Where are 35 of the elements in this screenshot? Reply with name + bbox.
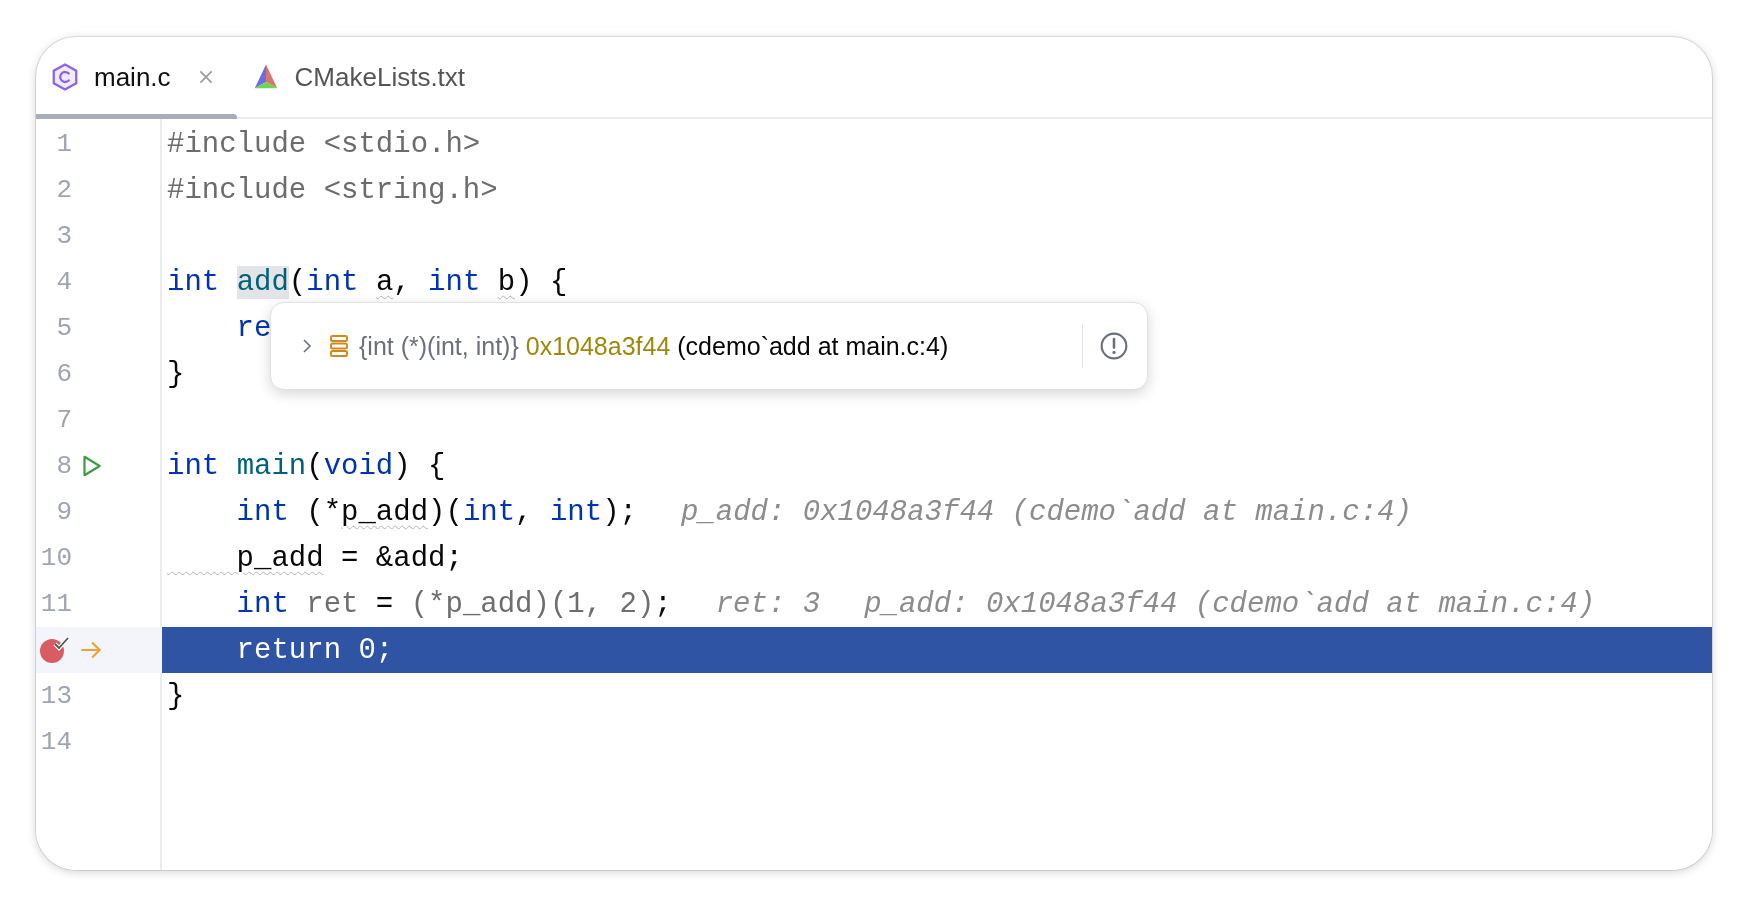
line-number: 9 bbox=[56, 497, 72, 527]
code-line: re bbox=[235, 311, 272, 345]
code-line: #include <stdio.h> bbox=[167, 127, 481, 161]
code-line: #include <string.h> bbox=[167, 173, 498, 207]
code-line: int add(int a, int b) { bbox=[167, 265, 568, 299]
line-number: 6 bbox=[56, 359, 72, 389]
breakpoint-icon[interactable] bbox=[38, 635, 72, 665]
line-number: 7 bbox=[56, 405, 72, 435]
inline-value-hint: ret: 3 bbox=[715, 587, 821, 621]
line-number: 10 bbox=[40, 543, 72, 573]
c-file-icon bbox=[50, 62, 80, 92]
line-number: 2 bbox=[56, 175, 72, 205]
line-number: 11 bbox=[40, 589, 72, 619]
code-line: p_add = &add; bbox=[235, 541, 463, 575]
line-number: 5 bbox=[56, 313, 72, 343]
inline-value-hint: p_add: 0x1048a3f44 (cdemo`add at main.c:4) bbox=[864, 587, 1596, 621]
stack-icon bbox=[329, 333, 349, 359]
inline-value-hint: p_add: 0x1048a3f44 (cdemo`add at main.c:4) bbox=[680, 495, 1412, 529]
file-tab[interactable]: CMakeLists.txt bbox=[236, 37, 488, 117]
code-line: int main(void) { bbox=[167, 449, 446, 483]
code-line: int (*p_add)(int, int); bbox=[235, 495, 637, 529]
line-number: 3 bbox=[56, 221, 72, 251]
code-line: } bbox=[167, 679, 185, 713]
line-number: 13 bbox=[40, 681, 72, 711]
exclamation-circle-icon[interactable] bbox=[1099, 331, 1129, 361]
code-line: int ret = (*p_add)(1, 2); bbox=[235, 587, 672, 621]
file-tab[interactable]: main.c bbox=[36, 37, 237, 117]
chevron-icon[interactable] bbox=[301, 337, 313, 355]
line-number: 8 bbox=[56, 451, 72, 481]
line-number: 14 bbox=[40, 727, 72, 757]
line-number: 4 bbox=[56, 267, 72, 297]
code-line: return 0; bbox=[235, 633, 394, 667]
line-number: 1 bbox=[56, 129, 72, 159]
code-line: } bbox=[167, 357, 185, 391]
variable-value: {int (*)(int, int)} 0x1048a3f44 (cdemo`add at main.c:4) bbox=[359, 331, 949, 361]
